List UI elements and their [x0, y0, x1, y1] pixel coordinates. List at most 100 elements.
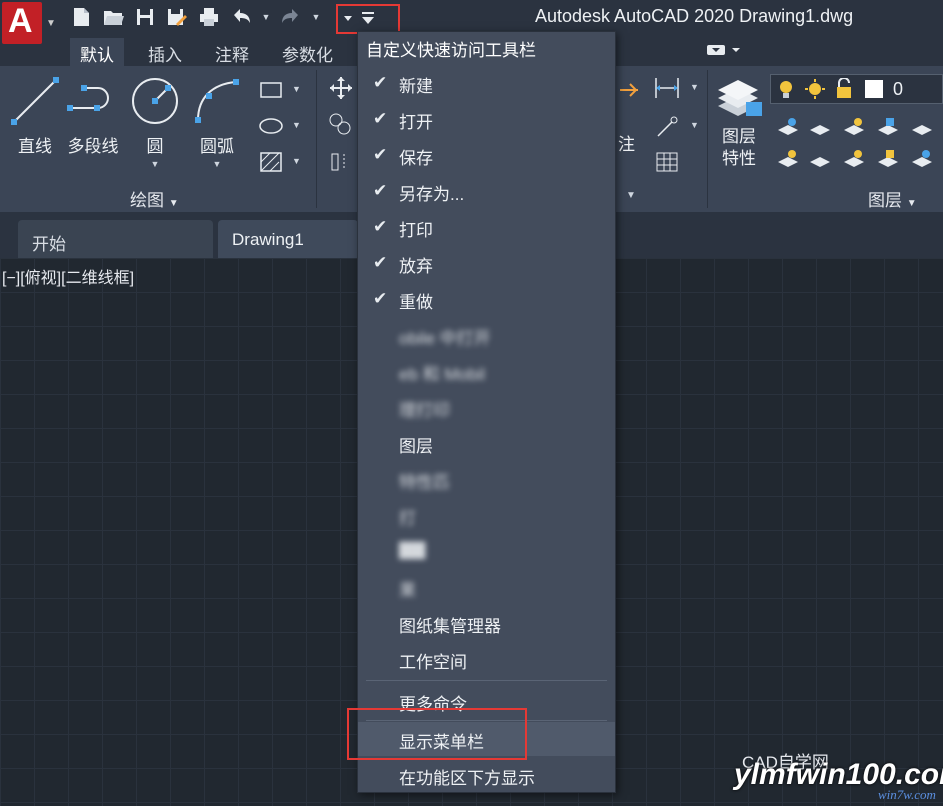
menu-item-sheet-set-manager[interactable]: 图纸集管理器	[358, 606, 615, 640]
circle-dropdown-icon[interactable]: ▼	[151, 159, 160, 169]
menu-item-save-as[interactable]: ✔ 另存为...	[358, 174, 615, 208]
menu-item-label: obile 中打开	[399, 329, 491, 348]
check-icon: ✔	[373, 181, 388, 200]
menu-item-web-and-mobile[interactable]: eb 和 Mobil	[358, 354, 615, 388]
current-layer-name: 0	[893, 79, 904, 99]
menu-item-print[interactable]: ✔ 打印	[358, 210, 615, 244]
undo-dropdown-icon[interactable]: ▼	[260, 12, 272, 22]
menu-item-redo[interactable]: ✔ 重做	[358, 282, 615, 316]
menu-item-label: 另存为...	[399, 185, 465, 204]
redo-icon[interactable]	[278, 4, 304, 30]
chevron-down-icon[interactable]: ▼	[626, 190, 636, 201]
application-menu-button[interactable]: A ▼	[0, 0, 60, 66]
menu-item-label: 图纸集管理器	[399, 617, 501, 636]
tab-parametric[interactable]: 参数化	[272, 38, 343, 66]
customize-qat-menu: 自定义快速访问工具栏 ✔ 新建 ✔ 打开 ✔ 保存 ✔ 另存为... ✔ 打印 ✔ 放弃 ✔…	[357, 31, 616, 793]
save-as-icon[interactable]	[164, 4, 190, 30]
menu-item-label: 打开	[399, 113, 433, 132]
circle-icon	[132, 78, 178, 124]
leader-dropdown-icon[interactable]: ▼	[690, 120, 699, 130]
draw-panel-label: 绘图	[130, 191, 164, 210]
circle-tool-label: 圆	[146, 137, 164, 156]
tab-home[interactable]: 默认	[70, 38, 124, 66]
circle-tool[interactable]: 圆 ▼	[128, 74, 182, 169]
table-icon[interactable]	[654, 150, 680, 174]
menu-item-render[interactable]: 果	[358, 570, 615, 604]
ellipse-icon[interactable]	[258, 114, 284, 138]
rectangle-dropdown-icon[interactable]: ▼	[292, 84, 301, 94]
polyline-tool-label: 多段线	[67, 137, 119, 156]
text-leader-icon[interactable]	[618, 76, 644, 100]
arc-dropdown-icon[interactable]: ▼	[213, 159, 222, 169]
layer-panel-title[interactable]: 图层 ▼	[868, 186, 917, 211]
viewport-controls[interactable]: [−][俯视][二维线框]	[2, 264, 134, 288]
layer-properties-label: 图层 特性	[722, 126, 756, 170]
ellipse-dropdown-icon[interactable]: ▼	[292, 120, 301, 130]
open-folder-icon[interactable]	[100, 4, 126, 30]
layer-tools-icons[interactable]	[774, 112, 942, 176]
copy-icon[interactable]	[328, 112, 354, 136]
layer-properties-tool[interactable]: 图层 特性	[712, 72, 766, 170]
menu-item-save[interactable]: ✔ 保存	[358, 138, 615, 172]
check-icon: ✔	[373, 217, 388, 236]
customize-qat-icon	[344, 12, 374, 24]
panel-separator	[707, 70, 708, 208]
draw-panel-title[interactable]: 绘图 ▼	[130, 186, 179, 211]
customize-qat-button[interactable]	[336, 4, 400, 34]
menu-item-batch-plot[interactable]: 理打印	[358, 390, 615, 424]
layer-properties-line1: 图层	[722, 127, 756, 146]
dimension-dropdown-icon[interactable]: ▼	[690, 82, 699, 92]
menu-item-match-properties[interactable]: 特性匹	[358, 462, 615, 496]
move-icon[interactable]	[328, 76, 354, 100]
menu-item-new[interactable]: ✔ 新建	[358, 66, 615, 100]
layer-state-icons	[780, 78, 851, 99]
menu-item-label: 保存	[399, 149, 433, 168]
arc-tool[interactable]: 圆弧 ▼	[190, 74, 244, 169]
check-icon: ✔	[373, 253, 388, 272]
arc-tool-label: 圆弧	[200, 137, 234, 156]
window-title: Autodesk AutoCAD 2020 Drawing1.dwg	[535, 6, 854, 26]
leader-icon[interactable]	[654, 114, 680, 138]
menu-item-plot-preview[interactable]: 打	[358, 498, 615, 532]
tab-insert[interactable]: 插入	[138, 38, 192, 66]
menu-item-open-in-mobile[interactable]: obile 中打开	[358, 318, 615, 352]
tab-annotate[interactable]: 注释	[205, 38, 259, 66]
panel-separator	[316, 70, 317, 208]
annotate-label-partial: 注	[618, 135, 635, 154]
new-file-icon[interactable]	[68, 4, 94, 30]
undo-icon[interactable]	[228, 4, 254, 30]
menu-item-label: 理打印	[399, 401, 450, 420]
save-icon[interactable]	[132, 4, 158, 30]
hatch-icon[interactable]	[258, 150, 284, 174]
chevron-down-icon: ▼	[46, 18, 56, 29]
quick-access-toolbar: ▼ ▼	[68, 4, 322, 30]
tab-drawing1[interactable]: Drawing1	[218, 220, 358, 258]
menu-item-label: 特性匹	[399, 473, 450, 492]
check-icon: ✔	[373, 145, 388, 164]
ribbon-view-toggle[interactable]	[705, 42, 745, 60]
menu-item-label: 放弃	[399, 257, 433, 276]
tab-start[interactable]: 开始	[18, 220, 213, 258]
menu-item-label: 在功能区下方显示	[399, 769, 535, 788]
print-icon[interactable]	[196, 4, 222, 30]
layer-dropdown[interactable]: 0	[770, 74, 943, 104]
layer-properties-icon	[718, 80, 762, 116]
menu-item-open[interactable]: ✔ 打开	[358, 102, 615, 136]
linear-dimension-icon[interactable]	[654, 76, 680, 100]
menu-item-layer[interactable]: 图层	[358, 426, 615, 460]
mirror-icon[interactable]	[328, 150, 354, 174]
polyline-tool[interactable]: 多段线	[66, 74, 120, 157]
rectangle-icon[interactable]	[258, 78, 284, 102]
polyline-icon	[67, 85, 109, 111]
line-tool[interactable]: 直线	[8, 74, 62, 157]
menu-item-show-below-ribbon[interactable]: 在功能区下方显示	[358, 758, 615, 792]
menu-item-label: 工作空间	[399, 653, 467, 672]
menu-item-undo[interactable]: ✔ 放弃	[358, 246, 615, 280]
menu-item-blurred[interactable]: ▇▇	[358, 534, 615, 568]
hatch-dropdown-icon[interactable]: ▼	[292, 156, 301, 166]
menu-item-label: 打印	[399, 221, 433, 240]
redo-dropdown-icon[interactable]: ▼	[310, 12, 322, 22]
menu-item-workspace[interactable]: 工作空间	[358, 642, 615, 676]
check-icon: ✔	[373, 289, 388, 308]
ribbon-minimize-icon	[707, 45, 740, 55]
